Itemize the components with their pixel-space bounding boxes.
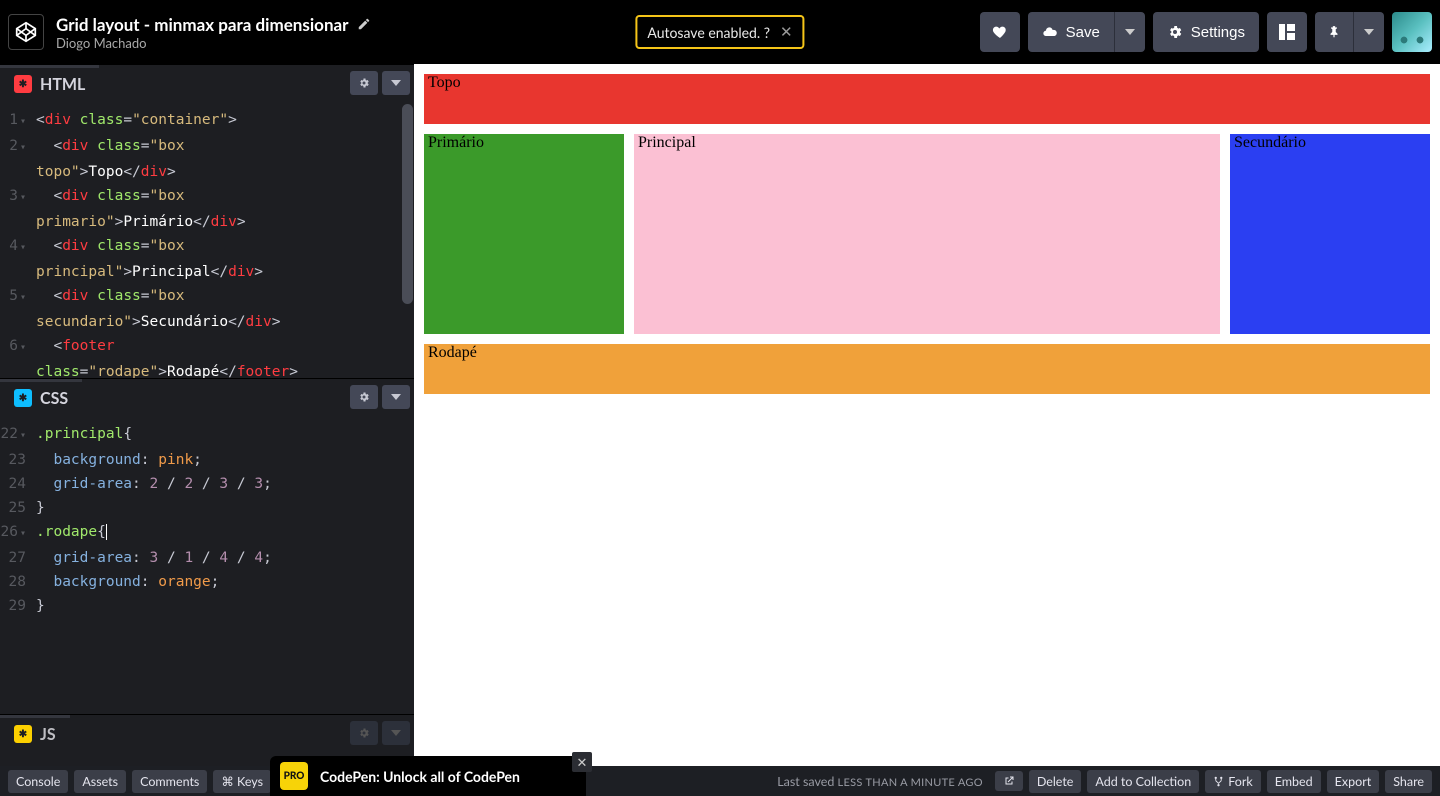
html-panel: ✱ HTML 1▾<div class="container"> 2▾ <div… bbox=[0, 64, 414, 378]
like-button[interactable] bbox=[980, 12, 1020, 52]
tab-js-label: JS bbox=[40, 725, 56, 744]
save-label: Save bbox=[1066, 24, 1100, 41]
export-button[interactable]: Export bbox=[1327, 770, 1380, 793]
preview-principal: Principal bbox=[634, 134, 1220, 334]
css-editor[interactable]: 22▾.principal{ 23 background: pink; 24 g… bbox=[0, 414, 414, 714]
footer: Console Assets Comments ⌘ Keys Last save… bbox=[0, 766, 1440, 796]
preview-topo: Topo bbox=[424, 74, 1430, 124]
pen-title[interactable]: Grid layout - minmax para dimensionar bbox=[56, 14, 349, 35]
main: ✱ HTML 1▾<div class="container"> 2▾ <div… bbox=[0, 64, 1440, 766]
settings-button[interactable]: Settings bbox=[1153, 12, 1259, 52]
preview-container: Topo Primário Principal Secundário Rodap… bbox=[424, 74, 1430, 394]
html-badge-icon: ✱ bbox=[14, 75, 32, 93]
open-external-button[interactable] bbox=[995, 771, 1023, 791]
shortcuts-button[interactable]: ⌘ Keys bbox=[213, 770, 271, 793]
tab-css-label: CSS bbox=[40, 389, 68, 408]
promo-text: CodePen: Unlock all of CodePen bbox=[320, 768, 520, 785]
js-badge-icon: ✱ bbox=[14, 725, 32, 743]
topbar: Grid layout - minmax para dimensionar Di… bbox=[0, 0, 1440, 64]
add-to-collection-button[interactable]: Add to Collection bbox=[1087, 770, 1199, 793]
fork-label: Fork bbox=[1228, 774, 1253, 789]
editors-column: ✱ HTML 1▾<div class="container"> 2▾ <div… bbox=[0, 64, 414, 766]
promo-banner[interactable]: PRO CodePen: Unlock all of CodePen ✕ bbox=[270, 756, 586, 796]
share-button[interactable]: Share bbox=[1385, 770, 1432, 793]
preview-secundario: Secundário bbox=[1230, 134, 1430, 334]
css-panel: ✱ CSS 22▾.principal{ 23 background: pink… bbox=[0, 378, 414, 714]
js-settings-icon[interactable] bbox=[350, 721, 378, 745]
tab-html[interactable]: ✱ HTML bbox=[0, 65, 99, 101]
tab-js[interactable]: ✱ JS bbox=[0, 715, 70, 751]
close-promo-icon[interactable]: ✕ bbox=[572, 752, 592, 772]
css-badge-icon: ✱ bbox=[14, 389, 32, 407]
preview-rodape: Rodapé bbox=[424, 344, 1430, 394]
save-dropdown[interactable] bbox=[1114, 12, 1145, 52]
close-icon[interactable]: ✕ bbox=[780, 23, 793, 41]
last-saved: Last saved LESS THAN A MINUTE AGO bbox=[777, 774, 983, 789]
save-button-group: Save bbox=[1028, 12, 1145, 52]
embed-button[interactable]: Embed bbox=[1267, 770, 1321, 793]
pen-author[interactable]: Diogo Machado bbox=[56, 35, 371, 51]
title-block: Grid layout - minmax para dimensionar Di… bbox=[56, 14, 371, 51]
html-editor[interactable]: 1▾<div class="container"> 2▾ <div class=… bbox=[0, 100, 414, 378]
layout-button[interactable] bbox=[1267, 12, 1307, 52]
comments-button[interactable]: Comments bbox=[132, 770, 207, 793]
html-settings-icon[interactable] bbox=[350, 71, 378, 95]
css-settings-icon[interactable] bbox=[350, 385, 378, 409]
pin-button[interactable] bbox=[1315, 12, 1353, 52]
autosave-banner: Autosave enabled. ? ✕ bbox=[635, 15, 804, 49]
avatar[interactable] bbox=[1392, 12, 1432, 52]
pro-badge-icon: PRO bbox=[280, 762, 308, 790]
delete-button[interactable]: Delete bbox=[1029, 770, 1082, 793]
last-saved-prefix: Last saved bbox=[777, 774, 837, 789]
js-chevron-down-icon[interactable] bbox=[382, 721, 410, 745]
assets-button[interactable]: Assets bbox=[74, 770, 126, 793]
tab-html-label: HTML bbox=[40, 75, 85, 94]
html-chevron-down-icon[interactable] bbox=[382, 71, 410, 95]
last-saved-ago: LESS THAN A MINUTE AGO bbox=[838, 776, 983, 789]
edit-title-icon[interactable] bbox=[357, 17, 371, 31]
settings-label: Settings bbox=[1191, 24, 1245, 41]
preview-primario: Primário bbox=[424, 134, 624, 334]
html-scrollbar[interactable] bbox=[401, 100, 414, 378]
pin-dropdown[interactable] bbox=[1353, 12, 1384, 52]
console-button[interactable]: Console bbox=[8, 770, 68, 793]
pin-button-group bbox=[1315, 12, 1384, 52]
css-chevron-down-icon[interactable] bbox=[382, 385, 410, 409]
save-button[interactable]: Save bbox=[1028, 12, 1114, 52]
fork-button[interactable]: Fork bbox=[1205, 770, 1261, 793]
tab-css[interactable]: ✱ CSS bbox=[0, 379, 82, 415]
codepen-logo-icon[interactable] bbox=[8, 14, 44, 50]
autosave-text: Autosave enabled. ? bbox=[647, 24, 770, 41]
preview-pane: Topo Primário Principal Secundário Rodap… bbox=[414, 64, 1440, 766]
